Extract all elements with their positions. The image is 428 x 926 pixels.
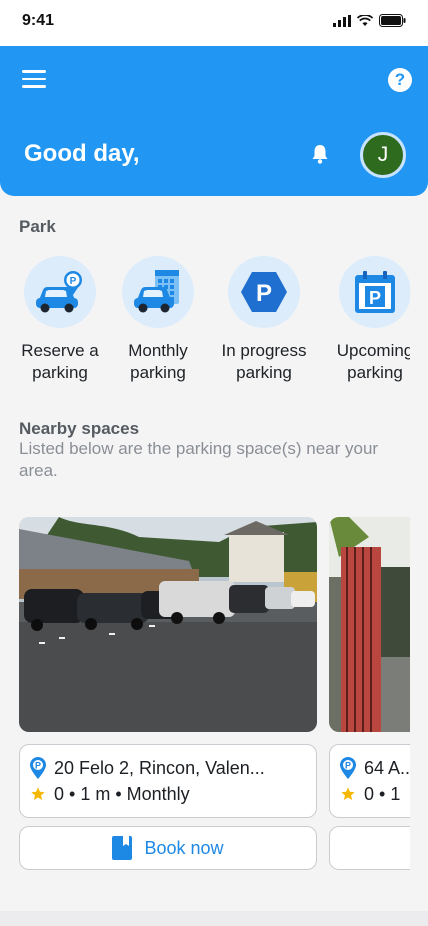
book-icon — [112, 836, 133, 860]
nearby-section-title: Nearby spaces — [19, 419, 140, 438]
car-calendar-icon — [134, 270, 179, 313]
parking-space-card[interactable]: P 64 A... 0 • 1 — [329, 517, 410, 870]
park-option-label: Monthly parking — [128, 341, 188, 382]
parking-address: 64 A... — [364, 757, 410, 778]
park-option-in-progress[interactable]: P In progress parking — [204, 256, 324, 384]
status-time: 9:41 — [22, 12, 55, 29]
parking-space-card[interactable]: P 20 Felo 2, Rincon, Valen... 0 • 1 m • … — [19, 517, 317, 870]
location-pin-icon: P — [30, 757, 46, 779]
park-section-title: Park — [19, 217, 56, 236]
parking-space-info: P 64 A... 0 • 1 — [329, 744, 410, 818]
book-now-label: Book now — [144, 837, 224, 858]
nearby-cards-carousel[interactable]: P 20 Felo 2, Rincon, Valen... 0 • 1 m • … — [0, 517, 410, 877]
parking-lot-photo[interactable] — [19, 517, 317, 732]
wifi-icon — [357, 14, 373, 26]
hamburger-menu-icon[interactable] — [22, 70, 46, 90]
book-now-button[interactable] — [329, 826, 410, 870]
user-avatar[interactable]: J — [360, 132, 406, 178]
booking-type: Monthly — [126, 783, 190, 804]
distance-value: 1 m — [80, 783, 111, 804]
svg-text:P: P — [345, 761, 351, 771]
parking-hexagon-icon: P — [241, 272, 287, 312]
park-option-upcoming[interactable]: P Upcoming parking — [315, 256, 410, 384]
notification-bell-icon[interactable] — [308, 142, 332, 166]
rating-value: 0 — [364, 783, 375, 804]
star-icon — [341, 787, 355, 800]
greeting-text: Good day, — [24, 140, 140, 167]
signal-icon — [333, 14, 351, 27]
book-now-button[interactable]: Book now — [19, 826, 317, 870]
rating-value: 0 — [54, 783, 65, 804]
car-pin-icon: P — [36, 271, 82, 313]
park-options-row: P Reserve a parking Monthly parking P In… — [0, 256, 410, 386]
parking-address: 20 Felo 2, Rincon, Valen... — [54, 757, 265, 778]
parking-gate-photo[interactable] — [329, 517, 410, 732]
park-option-label: Upcoming parking — [336, 341, 410, 382]
svg-text:P: P — [35, 761, 41, 771]
battery-icon — [379, 14, 406, 27]
help-icon[interactable]: ? — [388, 68, 412, 92]
svg-text:P: P — [256, 280, 272, 307]
star-icon — [31, 787, 45, 800]
status-icons — [333, 14, 406, 27]
svg-text:P: P — [70, 276, 77, 287]
app-header: ? Good day, J — [0, 46, 428, 196]
parking-space-info: P 20 Felo 2, Rincon, Valen... 0 • 1 m • … — [19, 744, 317, 818]
park-option-label: In progress parking — [221, 341, 307, 382]
distance-value: 1 — [390, 783, 401, 804]
svg-text:P: P — [369, 288, 381, 308]
parking-calendar-icon: P — [355, 271, 395, 313]
nearby-section-subtitle: Listed below are the parking space(s) ne… — [19, 439, 379, 480]
location-pin-icon: P — [340, 757, 356, 779]
status-bar: 9:41 — [0, 0, 428, 46]
bottom-bar — [0, 911, 428, 926]
park-option-monthly[interactable]: Monthly parking — [98, 256, 218, 384]
